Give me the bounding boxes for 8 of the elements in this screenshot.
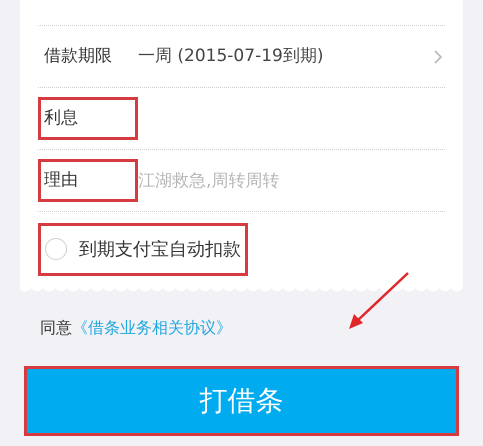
field-label: 借款期限 [43,44,113,68]
field-label: 理由 [38,158,138,202]
checkbox-option[interactable]: 到期支付宝自动扣款 [38,222,248,276]
agreement-text: 同意 [40,317,72,339]
input-field[interactable]: 江湖救急,周转周转 [138,162,445,198]
chevron-right-icon[interactable] [433,48,443,64]
field-value[interactable]: 一周 (2015-07-19到期) [138,44,433,70]
field-label: 利息 [38,96,138,140]
